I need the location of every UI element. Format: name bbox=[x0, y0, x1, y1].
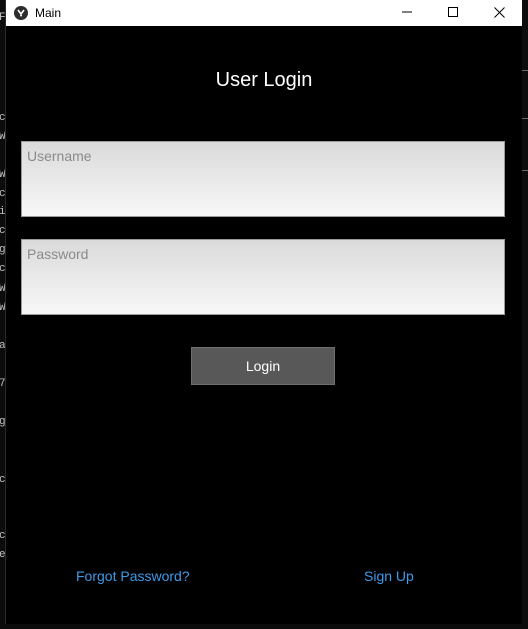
close-button[interactable] bbox=[476, 0, 522, 24]
minimize-button[interactable] bbox=[384, 0, 430, 24]
password-input[interactable] bbox=[22, 240, 504, 314]
window-title: Main bbox=[35, 6, 62, 20]
app-icon bbox=[14, 6, 28, 20]
minimize-icon bbox=[402, 7, 412, 17]
login-button[interactable]: Login bbox=[191, 347, 335, 385]
background-fragment bbox=[521, 170, 528, 187]
desktop-screen: F c W W c i c g c W W a 7 g c c e Main U… bbox=[0, 0, 528, 629]
maximize-icon bbox=[448, 7, 458, 17]
username-field-container: Username bbox=[21, 141, 505, 217]
background-window-right bbox=[521, 0, 528, 629]
password-field-container: Password bbox=[21, 239, 505, 315]
main-window: Main User Login Username Password Login … bbox=[5, 0, 522, 624]
username-input[interactable] bbox=[22, 142, 504, 216]
background-fragment bbox=[521, 118, 528, 137]
background-fragment bbox=[521, 70, 528, 93]
page-title: User Login bbox=[215, 69, 313, 91]
forgot-password-link[interactable]: Forgot Password? bbox=[76, 568, 190, 584]
window-controls bbox=[384, 0, 522, 26]
title-bar[interactable]: Main bbox=[6, 0, 522, 26]
login-form: User Login Username Password Login Forgo… bbox=[6, 26, 522, 624]
maximize-button[interactable] bbox=[430, 0, 476, 24]
close-icon bbox=[493, 6, 505, 18]
sign-up-link[interactable]: Sign Up bbox=[364, 568, 414, 584]
